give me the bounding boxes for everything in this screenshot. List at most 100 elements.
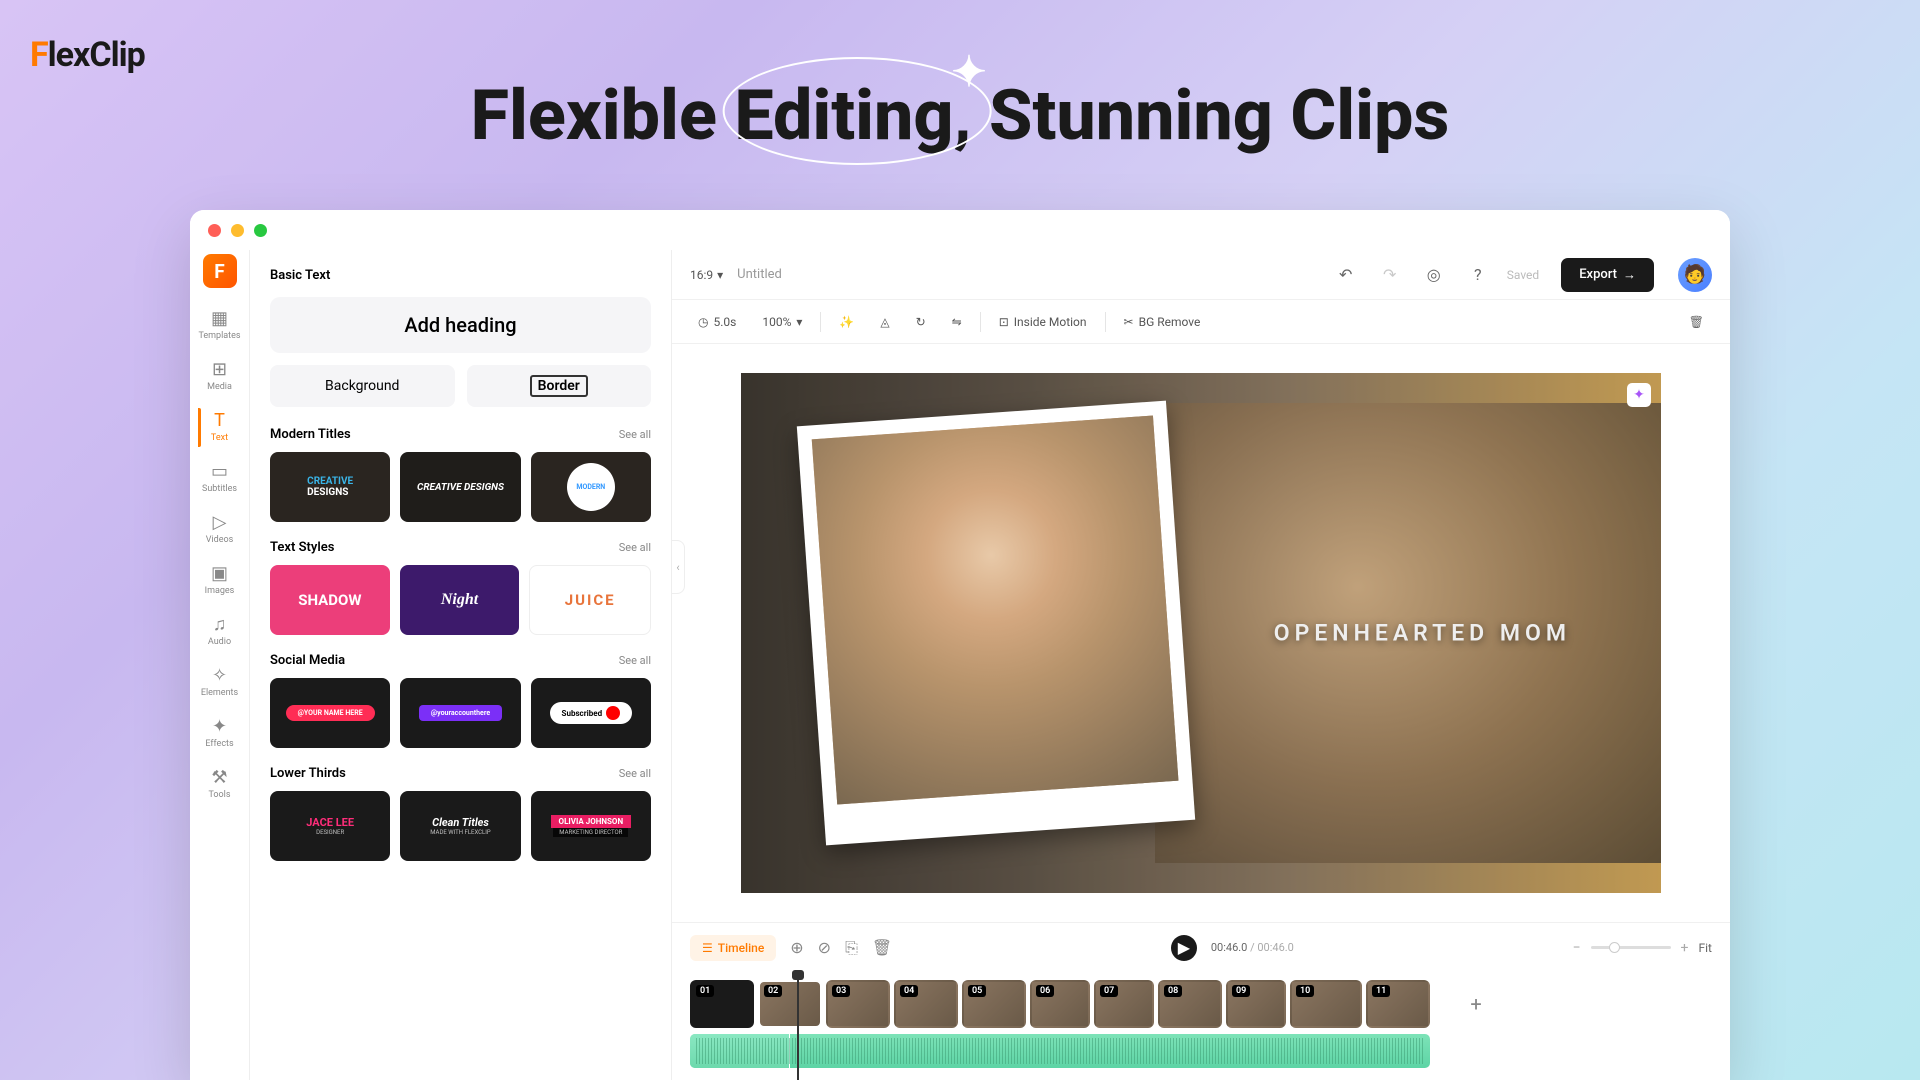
timeline-clip[interactable]: 09 — [1226, 980, 1286, 1028]
maximize-icon[interactable] — [254, 224, 267, 237]
magic-button[interactable]: ✨ — [831, 310, 862, 334]
side-nav: F ▦Templates⊞MediaTText▭Subtitles▷Videos… — [190, 250, 250, 1080]
playhead[interactable] — [797, 972, 799, 1080]
zoom-slider[interactable] — [1591, 946, 1671, 949]
app-logo-icon[interactable]: F — [203, 254, 237, 288]
text-style-thumb[interactable]: JUICE — [529, 565, 651, 635]
redo-button[interactable]: ↷ — [1375, 260, 1405, 290]
canvas-overlay-text[interactable]: OPENHEARTED MOM — [1274, 620, 1571, 647]
section-title-modern: Modern Titles — [270, 427, 351, 442]
timeline-clip[interactable]: 05 — [962, 980, 1026, 1028]
delete-clip-button[interactable]: 🗑 — [872, 938, 892, 957]
premium-badge-icon[interactable]: ✦ — [1627, 383, 1651, 407]
fit-button[interactable]: Fit — [1699, 941, 1712, 955]
social-template-thumb[interactable]: @YOUR NAME HERE — [270, 678, 390, 748]
templates-icon: ▦ — [211, 310, 228, 328]
text-style-thumb[interactable]: Night — [400, 565, 520, 635]
section-title-social: Social Media — [270, 653, 345, 668]
timeline-clip[interactable]: 10 — [1290, 980, 1362, 1028]
sidebar-item-templates[interactable]: ▦Templates — [198, 300, 240, 351]
inside-motion-button[interactable]: ⊡Inside Motion — [991, 310, 1095, 334]
see-all-link[interactable]: See all — [619, 541, 651, 554]
sidebar-item-elements[interactable]: ✧Elements — [198, 657, 240, 708]
sidebar-item-images[interactable]: ▣Images — [198, 555, 240, 606]
sidebar-item-media[interactable]: ⊞Media — [198, 351, 240, 402]
duration-control[interactable]: ◷5.0s — [690, 310, 744, 334]
see-all-link[interactable]: See all — [619, 654, 651, 667]
timeline-clip[interactable]: 08 — [1158, 980, 1222, 1028]
sidebar-item-text[interactable]: TText — [198, 402, 240, 453]
see-all-link[interactable]: See all — [619, 428, 651, 441]
split-button[interactable]: ⊘ — [818, 938, 831, 957]
timeline-clip[interactable]: 06 — [1030, 980, 1090, 1028]
polaroid-frame[interactable] — [797, 401, 1195, 846]
audio-track[interactable] — [690, 1034, 1430, 1068]
sidebar-item-label: Tools — [208, 790, 230, 800]
flip-button[interactable]: ⇋ — [944, 310, 970, 334]
see-all-link[interactable]: See all — [619, 767, 651, 780]
bg-remove-button[interactable]: ✂BG Remove — [1116, 310, 1209, 334]
minimize-icon[interactable] — [231, 224, 244, 237]
timeline-icon: ☰ — [702, 941, 713, 955]
zoom-select[interactable]: 100%▾ — [754, 310, 810, 334]
help-button[interactable]: ? — [1463, 260, 1493, 290]
save-status: Saved — [1507, 268, 1539, 282]
copy-button[interactable]: ⎘ — [845, 938, 858, 958]
section-title-styles: Text Styles — [270, 540, 334, 555]
sidebar-item-tools[interactable]: ⚒ Tools — [198, 759, 240, 810]
delete-button[interactable]: 🗑 — [1681, 310, 1712, 334]
videos-icon: ▷ — [213, 514, 227, 532]
background-style-button[interactable]: Background — [270, 365, 455, 407]
sidebar-item-audio[interactable]: ♫Audio — [198, 606, 240, 657]
social-template-thumb[interactable]: Subscribed — [531, 678, 651, 748]
lower-third-thumb[interactable]: Clean TitlesMADE WITH FLEXCLIP — [400, 791, 520, 861]
add-heading-button[interactable]: Add heading — [270, 297, 651, 353]
audio-icon: ♫ — [213, 616, 227, 634]
export-button[interactable]: Export→ — [1561, 258, 1654, 292]
sidebar-item-effects[interactable]: ✦Effects — [198, 708, 240, 759]
add-clip-button[interactable]: + — [1454, 982, 1498, 1026]
timeline-clip[interactable]: 11 — [1366, 980, 1430, 1028]
social-template-thumb[interactable]: @youraccounthere — [400, 678, 520, 748]
sidebar-item-subtitles[interactable]: ▭Subtitles — [198, 453, 240, 504]
tools-icon: ⚒ — [211, 769, 227, 787]
zoom-out-button[interactable]: − — [1573, 940, 1581, 956]
sidebar-item-videos[interactable]: ▷Videos — [198, 504, 240, 555]
text-style-thumb[interactable]: SHADOW — [270, 565, 390, 635]
video-canvas[interactable]: OPENHEARTED MOM ✦ — [741, 373, 1661, 893]
zoom-in-button[interactable]: + — [1681, 940, 1689, 956]
ai-button[interactable]: ◎ — [1419, 260, 1449, 290]
motion-icon: ⊡ — [999, 315, 1009, 329]
panel-collapse-button[interactable]: ‹ — [671, 540, 685, 594]
aspect-ratio-select[interactable]: 16:9▾ — [690, 268, 723, 282]
elements-icon: ✧ — [212, 667, 227, 685]
close-icon[interactable] — [208, 224, 221, 237]
title-template-thumb[interactable]: CREATIVEDESIGNS — [270, 452, 390, 522]
timeline-mode-button[interactable]: ☰Timeline — [690, 935, 776, 961]
clock-icon: ◷ — [698, 315, 708, 329]
lower-third-thumb[interactable]: JACE LEEDESIGNER — [270, 791, 390, 861]
lower-third-thumb[interactable]: OLIVIA JOHNSONMARKETING DIRECTOR — [531, 791, 651, 861]
border-style-button[interactable]: Border — [467, 365, 652, 407]
filter-button[interactable]: ◬ — [872, 310, 897, 334]
title-template-thumb[interactable]: CREATIVE DESIGNS — [400, 452, 520, 522]
filter-icon: ◬ — [880, 315, 889, 329]
chevron-down-icon: ▾ — [796, 315, 802, 329]
project-name[interactable]: Untitled — [737, 267, 782, 282]
arrow-right-icon: → — [1623, 267, 1636, 283]
hero-title: Flexible Editing,✦ Stunning Clips — [471, 75, 1450, 157]
title-template-thumb[interactable]: MODERN — [531, 452, 651, 522]
clip-toolbar: ◷5.0s 100%▾ ✨ ◬ ↻ ⇋ ⊡Inside Motion ✂BG R… — [672, 300, 1730, 344]
play-button[interactable]: ▶ — [1171, 935, 1197, 961]
add-button[interactable]: ⊕ — [790, 938, 803, 957]
timeline-clip[interactable]: 07 — [1094, 980, 1154, 1028]
timeline-clip[interactable]: 03 — [826, 980, 890, 1028]
timeline-clip[interactable]: 02 — [758, 980, 822, 1028]
undo-button[interactable]: ↶ — [1331, 260, 1361, 290]
timeline-clip[interactable]: 04 — [894, 980, 958, 1028]
rotate-button[interactable]: ↻ — [908, 310, 934, 334]
timeline-clip[interactable]: 01 — [690, 980, 754, 1028]
media-icon: ⊞ — [212, 361, 227, 379]
effects-icon: ✦ — [212, 718, 227, 736]
user-avatar[interactable]: 🧑 — [1678, 258, 1712, 292]
